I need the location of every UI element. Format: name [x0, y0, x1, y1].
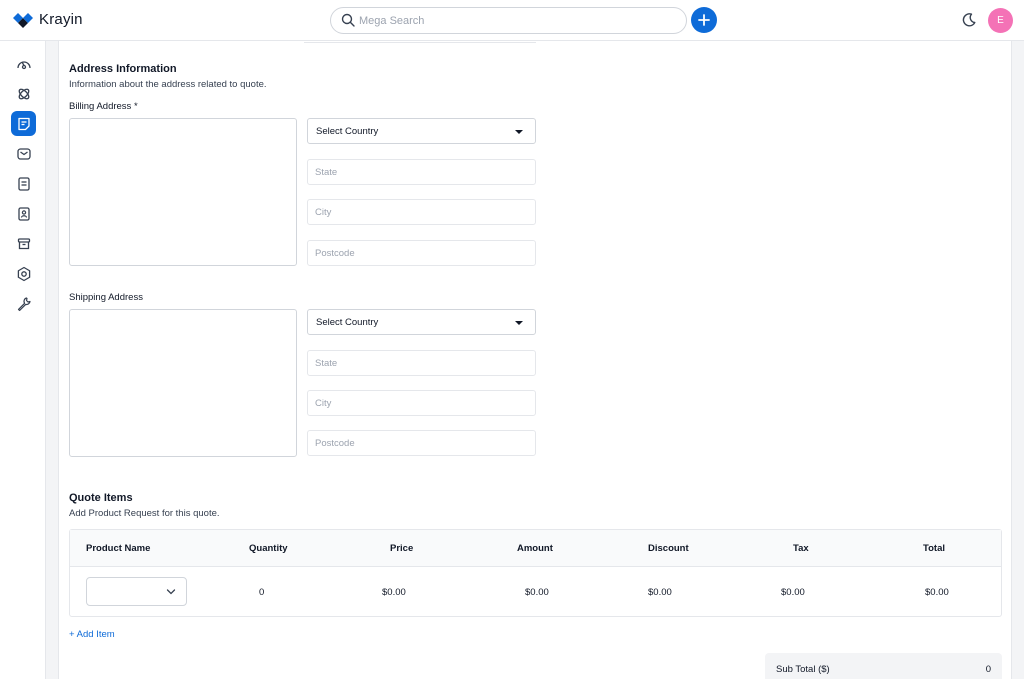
address-section-title: Address Information — [69, 63, 177, 75]
shipping-city-field[interactable] — [307, 390, 536, 416]
subtotal-value: 0 — [985, 664, 991, 675]
dark-mode-toggle[interactable] — [961, 12, 977, 33]
billing-city-field[interactable] — [307, 199, 536, 225]
row-tax: $0.00 — [781, 587, 805, 598]
billing-postcode-field[interactable] — [307, 240, 536, 266]
krayin-logo-icon — [13, 12, 33, 28]
dashboard-icon — [16, 60, 31, 69]
leads-icon — [18, 88, 29, 99]
quote-items-table: Product Name Quantity Price Amount Disco… — [69, 529, 1002, 617]
column-header-product-name: Product Name — [86, 543, 151, 554]
sidebar-item-activities[interactable] — [11, 171, 36, 196]
brand-logo[interactable]: Krayin — [12, 11, 83, 28]
quote-items-description: Add Product Request for this quote. — [69, 508, 220, 519]
quick-create-button[interactable] — [691, 7, 717, 33]
plus-icon — [698, 14, 710, 26]
sidebar-item-leads[interactable] — [11, 81, 36, 106]
shipping-postcode-field[interactable] — [307, 430, 536, 456]
shipping-state-input[interactable] — [315, 355, 525, 372]
billing-country-value: Select Country — [316, 126, 379, 137]
row-quantity: 0 — [259, 587, 265, 598]
billing-postcode-input[interactable] — [315, 245, 525, 262]
sidebar-item-quotes[interactable] — [11, 111, 36, 136]
row-discount: $0.00 — [648, 587, 672, 598]
sidebar-item-configuration[interactable] — [11, 291, 36, 316]
billing-state-input[interactable] — [315, 164, 525, 181]
divider — [304, 42, 536, 43]
quote-items-title: Quote Items — [69, 492, 133, 504]
chevron-down-icon — [166, 589, 176, 595]
sidebar-item-mail[interactable] — [11, 141, 36, 166]
user-avatar[interactable]: E — [988, 8, 1013, 33]
row-total: $0.00 — [925, 587, 949, 598]
subtotal-row: Sub Total ($) 0 — [765, 653, 1002, 679]
wrench-icon — [17, 296, 31, 311]
subtotal-label: Sub Total ($) — [776, 664, 830, 675]
settings-icon — [17, 266, 30, 281]
billing-address-label: Billing Address * — [69, 101, 138, 112]
shipping-country-select[interactable]: Select Country — [307, 309, 536, 335]
billing-city-input[interactable] — [315, 204, 525, 221]
search-icon — [341, 13, 355, 27]
billing-state-field[interactable] — [307, 159, 536, 185]
shipping-address-label: Shipping Address — [69, 292, 143, 303]
sidebar-item-settings[interactable] — [11, 261, 36, 286]
shipping-postcode-input[interactable] — [315, 435, 525, 452]
column-header-price: Price — [390, 543, 414, 554]
contacts-icon — [17, 206, 30, 221]
mega-search-input[interactable] — [359, 11, 659, 30]
shipping-country-value: Select Country — [316, 317, 379, 328]
billing-country-select[interactable]: Select Country — [307, 118, 536, 144]
billing-address-textarea[interactable] — [69, 118, 297, 266]
sidebar-item-dashboard[interactable] — [11, 51, 36, 76]
top-header: Krayin E — [0, 0, 1024, 41]
brand-name: Krayin — [39, 11, 83, 28]
moon-icon — [962, 13, 976, 27]
mega-search[interactable] — [330, 7, 687, 34]
table-header: Product Name Quantity Price Amount Disco… — [70, 530, 1001, 567]
product-select[interactable] — [86, 577, 187, 606]
caret-down-icon — [515, 130, 523, 134]
column-header-total: Total — [923, 543, 945, 554]
mail-icon — [16, 147, 31, 160]
row-price: $0.00 — [382, 587, 406, 598]
add-item-link[interactable]: + Add Item — [69, 629, 115, 640]
sidebar — [0, 41, 46, 679]
sidebar-item-products[interactable] — [11, 231, 36, 256]
sidebar-item-contacts[interactable] — [11, 201, 36, 226]
activities-icon — [17, 176, 30, 191]
column-header-tax: Tax — [793, 543, 809, 554]
shipping-address-textarea[interactable] — [69, 309, 297, 457]
products-icon — [17, 237, 30, 249]
shipping-state-field[interactable] — [307, 350, 536, 376]
address-section-description: Information about the address related to… — [69, 79, 267, 90]
column-header-amount: Amount — [517, 543, 553, 554]
quotes-icon — [17, 117, 30, 130]
column-header-discount: Discount — [648, 543, 689, 554]
shipping-city-input[interactable] — [315, 395, 525, 412]
row-amount: $0.00 — [525, 587, 549, 598]
caret-down-icon — [515, 321, 523, 325]
column-header-quantity: Quantity — [249, 543, 288, 554]
